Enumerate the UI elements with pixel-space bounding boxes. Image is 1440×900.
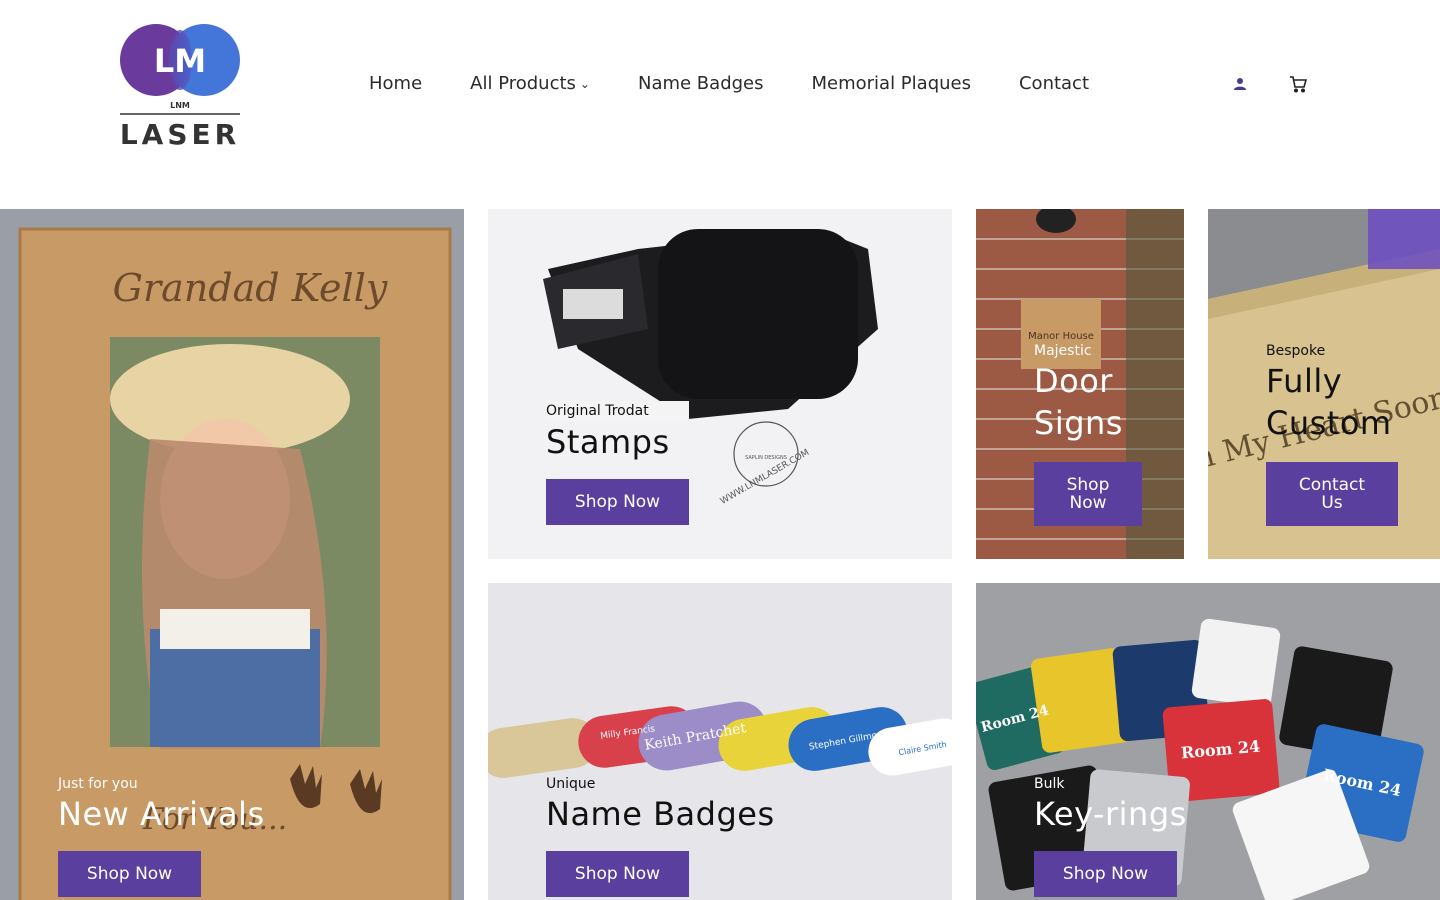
main-nav: Home All Products ⌄ Name Badges Memorial … bbox=[369, 72, 1137, 97]
site-header: LM LNM LASER Home All Products ⌄ Name Bad… bbox=[0, 0, 1440, 209]
cart-icon[interactable] bbox=[1288, 74, 1308, 94]
keyrings-eyebrow: Bulk bbox=[1034, 776, 1065, 792]
keyrings-content: Bulk Key-rings Shop Now bbox=[1034, 775, 1187, 897]
chevron-down-icon: ⌄ bbox=[579, 77, 590, 91]
tile-new-arrivals[interactable]: Grandad Kelly For You... Just for you Ne… bbox=[0, 209, 464, 900]
nav-all-products[interactable]: All Products ⌄ bbox=[470, 72, 590, 97]
logo-icon: LM LNM LASER bbox=[120, 24, 240, 151]
svg-text:SAPLIN DESIGNS: SAPLIN DESIGNS bbox=[745, 455, 787, 461]
header-actions bbox=[1230, 74, 1308, 94]
tile-fully-custom[interactable]: In My Heart Soon Bespoke Fully Custom Co… bbox=[1208, 209, 1440, 559]
tile-door-signs[interactable]: Manor House Majestic Door Signs Shop Now bbox=[976, 209, 1184, 559]
tile-keyrings[interactable]: Room 24 Room 24 Room 24 Bulk Key-rings S… bbox=[976, 583, 1440, 900]
svg-text:Manor House: Manor House bbox=[1028, 331, 1094, 342]
svg-text:LNM: LNM bbox=[170, 101, 190, 110]
stamps-content: Original Trodat Stamps Shop Now bbox=[546, 400, 689, 525]
nav-all-products-label: All Products bbox=[470, 73, 576, 94]
name-badges-shop-button[interactable]: Shop Now bbox=[546, 851, 689, 897]
new-arrivals-eyebrow: Just for you bbox=[58, 776, 138, 792]
stamps-eyebrow: Original Trodat bbox=[546, 401, 689, 421]
name-badges-title: Name Badges bbox=[546, 795, 775, 833]
nav-contact[interactable]: Contact bbox=[1019, 72, 1089, 97]
stamps-shop-button[interactable]: Shop Now bbox=[546, 479, 689, 525]
stamps-title: Stamps bbox=[546, 423, 670, 461]
custom-eyebrow: Bespoke bbox=[1266, 343, 1326, 359]
new-arrivals-shop-button[interactable]: Shop Now bbox=[58, 851, 201, 897]
keyrings-shop-button[interactable]: Shop Now bbox=[1034, 851, 1177, 897]
custom-title-line2: Custom bbox=[1266, 404, 1392, 442]
name-badges-eyebrow: Unique bbox=[546, 776, 596, 792]
tile-name-badges[interactable]: Keith Pratchet Milly Francis Stephen Gil… bbox=[488, 583, 952, 900]
user-icon[interactable] bbox=[1230, 74, 1250, 94]
svg-text:LASER: LASER bbox=[120, 118, 240, 148]
keyrings-title: Key-rings bbox=[1034, 795, 1187, 833]
door-signs-title-line1: Door bbox=[1034, 362, 1113, 400]
site-logo[interactable]: LM LNM LASER bbox=[118, 22, 242, 151]
contact-button-line1: Contact bbox=[1298, 475, 1366, 495]
nav-memorial-plaques[interactable]: Memorial Plaques bbox=[812, 72, 971, 97]
nav-home[interactable]: Home bbox=[369, 72, 422, 97]
door-signs-title-line2: Signs bbox=[1034, 404, 1123, 442]
contact-button-line2: Us bbox=[1321, 493, 1343, 513]
door-signs-button-line1: Shop bbox=[1066, 475, 1110, 495]
contact-us-button[interactable]: Contact Us bbox=[1266, 462, 1398, 526]
custom-title-line1: Fully bbox=[1266, 362, 1343, 400]
tile-stamps[interactable]: WWW.LNMLASER.COM SAPLIN DESIGNS Original… bbox=[488, 209, 952, 559]
svg-text:LM: LM bbox=[154, 42, 206, 80]
custom-content: Bespoke Fully Custom Contact Us bbox=[1266, 342, 1398, 526]
new-arrivals-content: Just for you New Arrivals Shop Now bbox=[58, 775, 265, 897]
svg-text:Grandad Kelly: Grandad Kelly bbox=[113, 266, 388, 310]
nav-name-badges[interactable]: Name Badges bbox=[638, 72, 764, 97]
name-badges-content: Unique Name Badges Shop Now bbox=[546, 775, 775, 897]
door-signs-shop-button[interactable]: Shop Now bbox=[1034, 462, 1142, 526]
new-arrivals-title: New Arrivals bbox=[58, 795, 265, 833]
door-signs-content: Majestic Door Signs Shop Now bbox=[1034, 342, 1142, 526]
door-signs-button-line2: Now bbox=[1069, 493, 1107, 513]
door-signs-eyebrow: Majestic bbox=[1034, 343, 1092, 359]
